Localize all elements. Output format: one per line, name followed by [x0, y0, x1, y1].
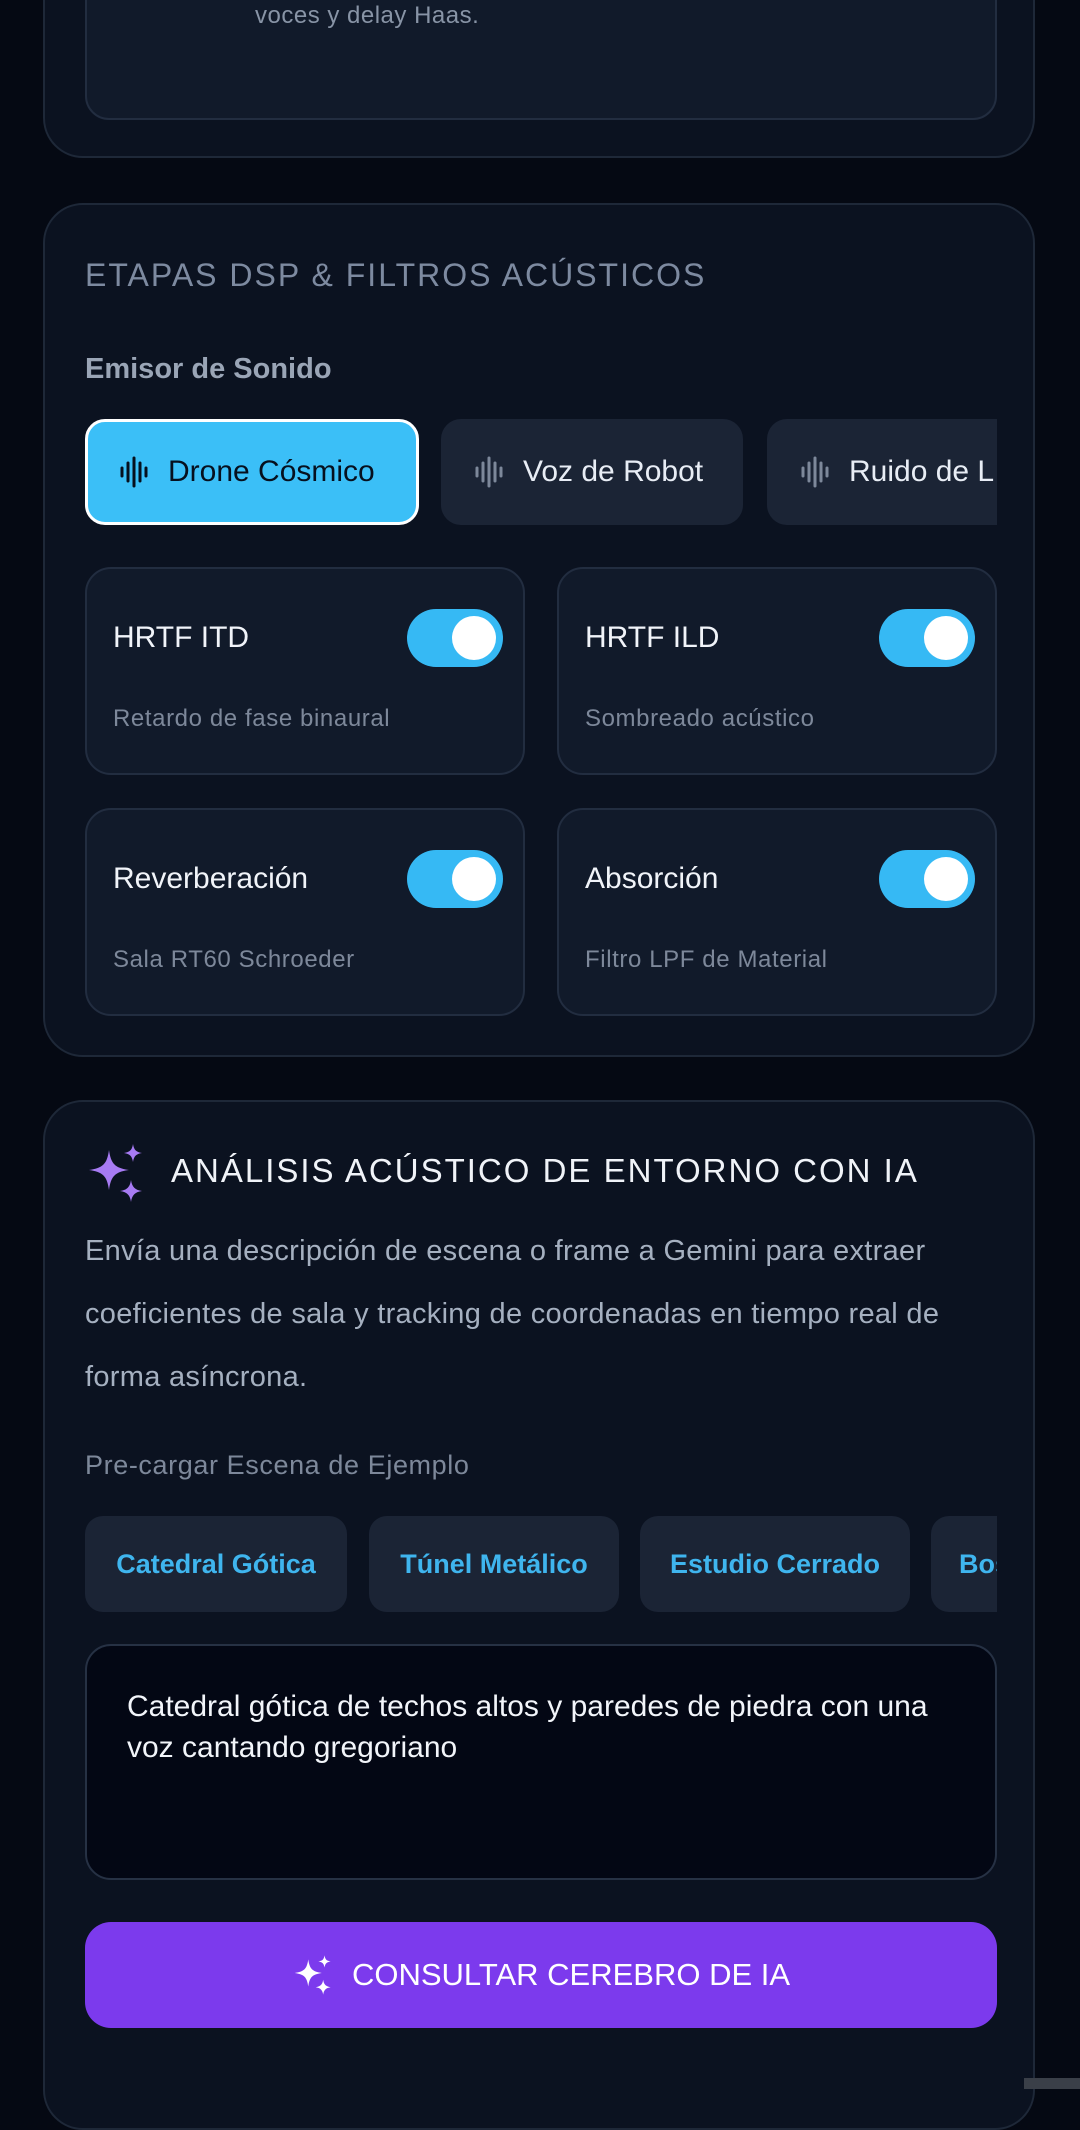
- toggle-subtitle: Filtro LPF de Material: [585, 946, 828, 973]
- toggle-title: Reverberación: [113, 862, 309, 895]
- absorption-switch[interactable]: [879, 850, 975, 908]
- switch-knob: [452, 857, 496, 901]
- emitter-chip-label: Ruido de L: [849, 455, 995, 488]
- emitter-chip-label: Voz de Robot: [523, 455, 704, 488]
- sparkles-icon: [89, 1144, 142, 1202]
- preset-gothic-cathedral[interactable]: Catedral Gótica: [85, 1516, 347, 1612]
- consult-button-label: CONSULTAR CEREBRO DE IA: [351, 1957, 791, 1992]
- toggle-card-reverb: Reverberación Sala RT60 Schroeder: [85, 808, 525, 1016]
- toggle-title: HRTF ILD: [585, 621, 720, 654]
- switch-knob: [924, 616, 968, 660]
- toggle-title: Absorción: [585, 862, 719, 895]
- toggle-card-hrtf-ild: HRTF ILD Sombreado acústico: [557, 567, 997, 775]
- section-title: ETAPAS DSP & FILTROS ACÚSTICOS: [85, 257, 707, 293]
- toggle-subtitle: Retardo de fase binaural: [113, 705, 391, 732]
- preset-selector: Catedral Gótica Túnel Metálico Estudio C…: [85, 1516, 997, 1612]
- previous-option-panel[interactable]: voces y delay Haas.: [85, 0, 997, 120]
- waveform-icon: [475, 456, 503, 488]
- preset-label: Pre-cargar Escena de Ejemplo: [85, 1450, 470, 1480]
- hrtf-itd-switch[interactable]: [407, 609, 503, 667]
- option-description: voces y delay Haas.: [255, 2, 480, 29]
- emitter-chip-label: Drone Cósmico: [168, 455, 375, 488]
- emitter-selector: Drone Cósmico Voz de Robot Ruido de L: [85, 419, 997, 525]
- toggle-card-absorption: Absorción Filtro LPF de Material: [557, 808, 997, 1016]
- waveform-icon: [120, 456, 148, 488]
- dsp-stages-card: ETAPAS DSP & FILTROS ACÚSTICOS Emisor de…: [43, 203, 1035, 1057]
- emitter-chip-noise[interactable]: Ruido de L: [767, 419, 997, 525]
- hrtf-ild-switch[interactable]: [879, 609, 975, 667]
- toggle-subtitle: Sala RT60 Schroeder: [113, 946, 355, 973]
- preset-metal-tunnel[interactable]: Túnel Metálico: [369, 1516, 619, 1612]
- toggle-subtitle: Sombreado acústico: [585, 705, 815, 732]
- preset-closed-studio[interactable]: Estudio Cerrado: [640, 1516, 910, 1612]
- toggle-card-hrtf-itd: HRTF ITD Retardo de fase binaural: [85, 567, 525, 775]
- reverb-switch[interactable]: [407, 850, 503, 908]
- emitter-label: Emisor de Sonido: [85, 353, 332, 385]
- previous-section-card: voces y delay Haas.: [43, 0, 1035, 158]
- scene-description-input[interactable]: Catedral gótica de techos altos y parede…: [85, 1644, 997, 1880]
- waveform-icon: [801, 456, 829, 488]
- consult-ai-button[interactable]: CONSULTAR CEREBRO DE IA: [85, 1922, 997, 2028]
- ai-analysis-card: ANÁLISIS ACÚSTICO DE ENTORNO CON IA Enví…: [43, 1100, 1035, 2130]
- switch-knob: [452, 616, 496, 660]
- scrollbar-thumb[interactable]: [1024, 2078, 1080, 2089]
- emitter-chip-drone[interactable]: Drone Cósmico: [85, 419, 419, 525]
- emitter-chip-robot[interactable]: Voz de Robot: [441, 419, 743, 525]
- switch-knob: [924, 857, 968, 901]
- preset-forest[interactable]: Bos: [931, 1516, 997, 1612]
- toggle-title: HRTF ITD: [113, 621, 250, 654]
- section-description: Envía una descripción de escena o frame …: [85, 1235, 940, 1393]
- sparkles-icon: [294, 1955, 331, 1995]
- section-title: ANÁLISIS ACÚSTICO DE ENTORNO CON IA: [171, 1152, 919, 1189]
